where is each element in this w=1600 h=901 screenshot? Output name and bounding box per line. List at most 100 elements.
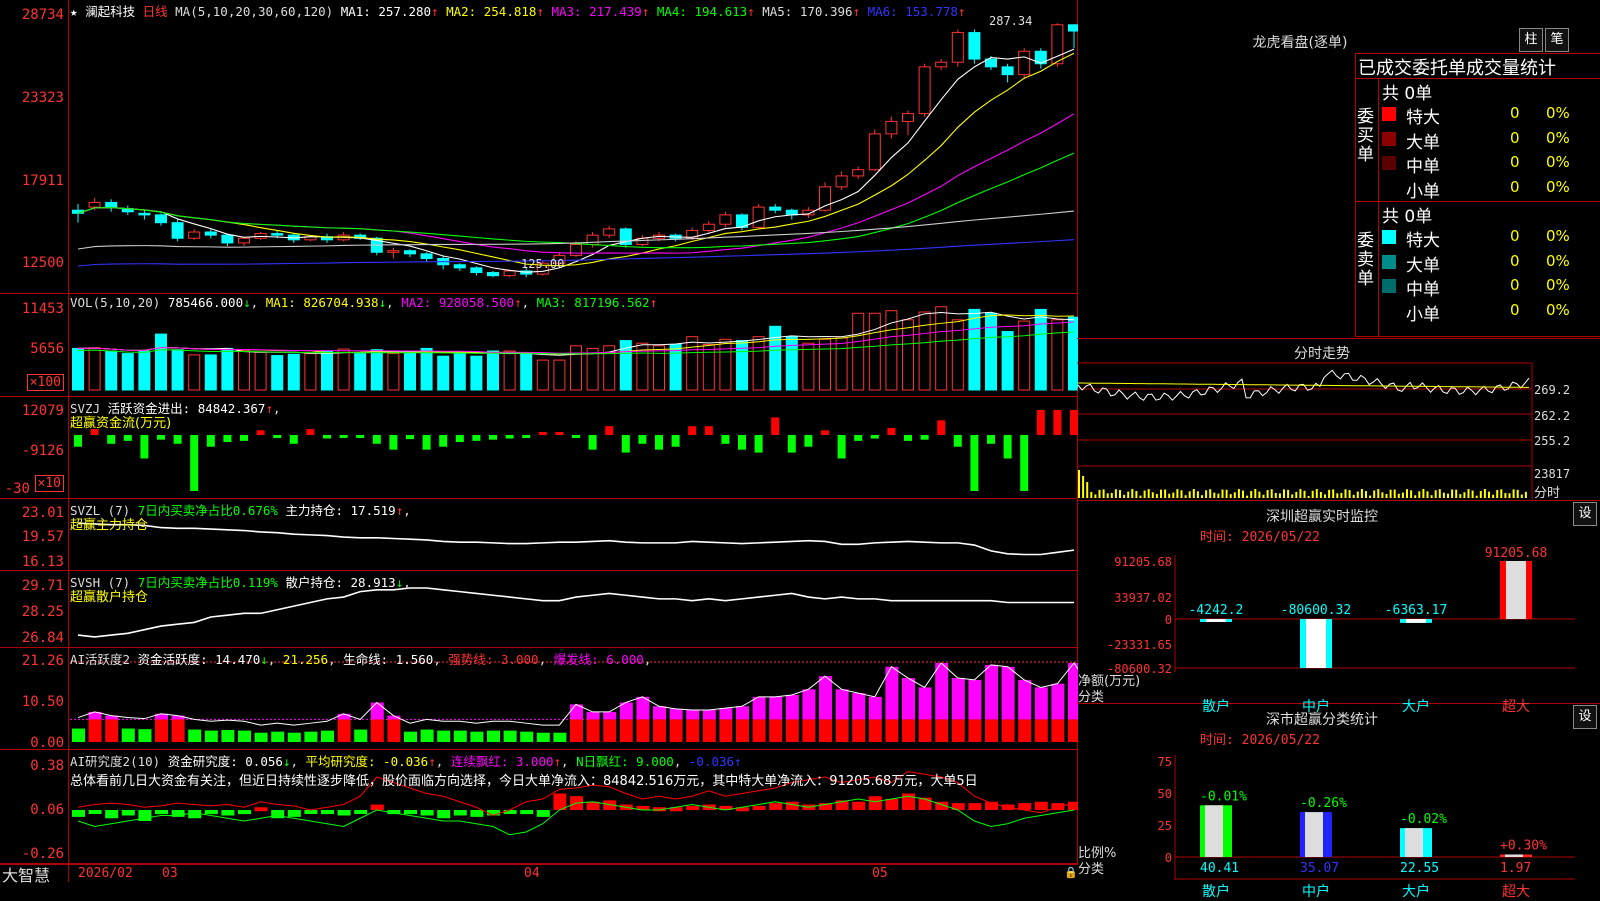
intraday-volume-bar [1258, 491, 1261, 498]
sz-monitor-y-tick: 0 [1165, 613, 1172, 627]
intraday-volume-bar [1307, 495, 1310, 498]
intraday-volume-bar [1151, 492, 1154, 498]
intraday-volume-bar [1127, 491, 1130, 498]
sz-monitor-bar-core [1506, 561, 1526, 619]
sz-monitor-category: 中户 [1302, 698, 1330, 715]
intraday-volume-bar [1114, 489, 1117, 498]
intraday-volume-bar [1196, 491, 1199, 498]
right-panels-svg: 91205.68 33937.02 0 -23331.65 -80600.32 -4242… [1077, 362, 1575, 900]
sz-monitor-bar-label: 91205.68 [1485, 546, 1548, 561]
sz-monitor-y-tick: 91205.68 [1114, 555, 1172, 569]
sz-monitor-bar-core [1406, 619, 1426, 623]
intraday-volume-bar [1496, 490, 1499, 498]
intraday-volume-bar [1381, 492, 1384, 498]
intraday-volume-bar [1430, 495, 1433, 498]
intraday-volume-bar [1451, 489, 1454, 498]
intraday-volume-bar [1311, 490, 1314, 498]
intraday-avg-line [1078, 382, 1529, 388]
sz-stats-y-tick: 25 [1158, 819, 1172, 833]
intraday-volume-bar [1250, 491, 1253, 498]
intraday-volume-bar [1455, 489, 1458, 498]
sz-stats-y-tick: 75 [1158, 755, 1172, 769]
intraday-volume-bar [1520, 494, 1523, 498]
intraday-volume-bar [1340, 492, 1343, 498]
sz-stats-bar-core [1205, 805, 1223, 857]
intraday-volume-bar [1078, 470, 1080, 498]
sz-monitor-category: 散户 [1202, 698, 1230, 715]
sz-monitor-y-tick: -23331.65 [1107, 638, 1172, 652]
intraday-volume-bar [1295, 491, 1298, 498]
intraday-volume-bar [1283, 489, 1285, 498]
intraday-volume-bar [1377, 489, 1380, 498]
intraday-volume-bar [1299, 489, 1302, 498]
intraday-volume-bar [1090, 491, 1093, 498]
intraday-volume-bar [1504, 493, 1507, 498]
intraday-volume-bar [1270, 489, 1273, 498]
intraday-volume-bar [1393, 489, 1396, 498]
sz-stats-category: 散户 [1202, 883, 1230, 900]
intraday-volume-bar [1360, 489, 1363, 498]
intraday-volume-bar [1303, 490, 1306, 498]
intraday-volume-bar [1492, 494, 1495, 498]
sz-stats-category: 中户 [1302, 883, 1330, 900]
sz-stats-bar-core [1505, 854, 1523, 857]
intraday-volume-bar [1471, 490, 1474, 498]
intraday-volume-bar [1094, 494, 1097, 498]
intraday-volume-bar [1356, 491, 1359, 498]
intraday-volume-bar [1119, 490, 1121, 498]
intraday-volume-bar [1344, 489, 1347, 498]
intraday-volume-bar [1188, 491, 1191, 498]
intraday-volume-bar [1328, 489, 1331, 498]
intraday-volume-bar [1098, 489, 1101, 498]
intraday-volume-bar [1278, 493, 1281, 498]
sz-stats-category: 超大 [1502, 884, 1530, 900]
sz-monitor-bar-core [1206, 619, 1226, 622]
intraday-volume-bar [1287, 489, 1290, 498]
intraday-volume-bar [1123, 494, 1126, 498]
intraday-volume-bar [1365, 491, 1367, 498]
sz-stats-category: 大户 [1402, 883, 1430, 900]
sz-stats-y-tick: 0 [1165, 851, 1172, 865]
intraday-volume-bar [1479, 491, 1482, 498]
intraday-volume-bar [1155, 494, 1158, 498]
sz-stats-change: -0.02% [1400, 812, 1447, 827]
intraday-volume-bar [1201, 495, 1203, 498]
intraday-volume-bar [1102, 489, 1105, 498]
intraday-volume-bar [1184, 495, 1187, 498]
sz-stats-value: 1.97 [1500, 861, 1531, 876]
intraday-volume-bar [1324, 494, 1326, 498]
intraday-volume-bar [1242, 490, 1244, 498]
intraday-volume-bar [1397, 493, 1400, 498]
intraday-volume-bar [1086, 482, 1089, 498]
intraday-volume-bar [1237, 489, 1240, 498]
intraday-volume-bar [1516, 489, 1519, 498]
intraday-volume-bar [1389, 489, 1392, 498]
intraday-volume-bar [1463, 492, 1466, 498]
intraday-volume-bar [1401, 492, 1404, 498]
sz-monitor-bar-core [1306, 619, 1326, 668]
sz-monitor-category: 超大 [1502, 699, 1530, 715]
intraday-volume-bar [1373, 490, 1376, 498]
intraday-volume-bar [1422, 489, 1425, 498]
intraday-volume-bar [1217, 493, 1220, 498]
intraday-volume-bar [1254, 489, 1257, 498]
intraday-volume-bar [1106, 493, 1109, 498]
intraday-volume-bar [1500, 489, 1503, 498]
intraday-volume-bar [1512, 489, 1515, 498]
intraday-volume-bar [1143, 490, 1146, 498]
intraday-volume-bar [1434, 490, 1437, 498]
intraday-volume-bar [1332, 489, 1335, 498]
intraday-volume-bar [1192, 489, 1195, 498]
intraday-volume-bar [1410, 490, 1413, 498]
sz-stats-value: 35.07 [1300, 861, 1339, 876]
intraday-volume-bar [1524, 491, 1527, 498]
sz-stats-bar-core [1305, 812, 1323, 857]
sz-monitor-y-tick: -80600.32 [1107, 662, 1172, 676]
intraday-volume-bar [1447, 493, 1449, 498]
sz-monitor-bar-label: -80600.32 [1281, 603, 1351, 618]
intraday-volume-bar [1369, 495, 1372, 498]
intraday-volume-bar [1266, 490, 1269, 498]
intraday-volume-bar [1274, 492, 1277, 498]
sz-stats-change: -0.01% [1200, 789, 1247, 804]
intraday-volume-bar [1147, 489, 1150, 498]
